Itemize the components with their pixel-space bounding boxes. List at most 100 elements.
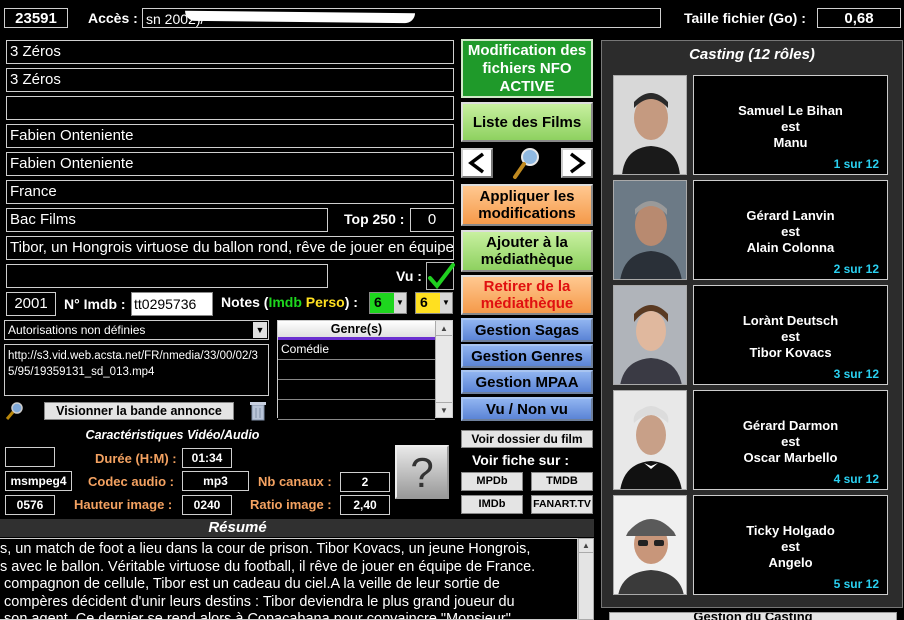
actor-est: est [781,434,800,449]
summary-line: s avec le ballon. Véritable virtuose du … [0,558,536,575]
genres-scrollbar[interactable]: ▲ ▼ [435,321,452,417]
actor-role: Oscar Marbello [743,450,838,465]
scroll-up-icon[interactable]: ▲ [579,539,593,553]
chevron-left-icon [468,152,485,174]
duration-label: Durée (H:M) : [95,451,177,466]
actor-count: 3 sur 12 [833,367,879,381]
video-codec-value[interactable]: msmpeg4 [5,471,72,491]
manage-casting-label: Gestion du Casting [693,612,813,620]
distributor-field[interactable]: Bac Films [6,208,328,232]
imdb-note-select[interactable]: 6 ▼ [369,292,407,314]
summary-line: son agent. Ce dernier se rend alors à Co… [0,611,511,620]
genre-item[interactable] [278,360,435,380]
alt-title-field[interactable] [6,96,454,120]
search-icon[interactable] [511,146,543,180]
audio-codec-label: Codec audio : [88,474,174,489]
apply-changes-button[interactable]: Appliquer les modifications [461,184,593,226]
seen-toggle-button[interactable]: Vu / Non vu [461,397,593,421]
extra-field[interactable] [6,264,328,288]
trailer-url-box[interactable]: http://s3.vid.web.acsta.net/FR/nmedia/33… [4,344,269,396]
actor-name: Gérard Lanvin [746,208,835,223]
checkmark-icon [428,263,455,290]
actor-photo [613,285,687,385]
year-field[interactable]: 2001 [6,292,56,316]
scroll-up-icon[interactable]: ▲ [436,321,452,336]
seen-checkbox[interactable] [426,262,455,290]
actor-role: Tibor Kovacs [749,345,832,360]
actor-est: est [781,329,800,344]
actor-est: est [781,119,800,134]
genres-header: Genre(s) [278,321,435,340]
duration-value[interactable]: 01:34 [182,448,232,468]
genre-item[interactable] [278,400,435,420]
cast-card[interactable]: Gérard Darmon est Oscar Marbello 4 sur 1… [613,390,888,490]
actor-info: Gérard Darmon est Oscar Marbello 4 sur 1… [693,390,888,490]
audio-codec-value[interactable]: mp3 [182,471,249,491]
manage-casting-button[interactable]: Gestion du Casting [609,612,897,620]
previous-button[interactable] [461,148,493,178]
ratio-label: Ratio image : [250,497,332,512]
trash-icon[interactable] [249,400,267,422]
cast-card[interactable]: Gérard Lanvin est Alain Colonna 2 sur 12 [613,180,888,280]
actor-count: 4 sur 12 [833,472,879,486]
country-field[interactable]: France [6,180,454,204]
nfo-modification-status[interactable]: Modification des fichiers NFO ACTIVE [461,39,593,98]
summary-line: compères décident d'unir leurs destins :… [0,593,515,610]
writer-field[interactable]: Fabien Onteniente [6,152,454,176]
film-list-button[interactable]: Liste des Films [461,102,593,142]
notes-label-start: Notes ( [221,294,269,310]
casting-title: Casting (12 rôles) [689,46,815,63]
imdb-button[interactable]: IMDb [461,495,523,514]
original-title-field[interactable]: 3 Zéros [6,68,454,92]
actor-name: Samuel Le Bihan [738,103,843,118]
manage-sagas-button[interactable]: Gestion Sagas [461,318,593,342]
next-button[interactable] [561,148,593,178]
actor-role: Alain Colonna [746,240,835,255]
channels-value[interactable]: 2 [340,472,390,492]
open-folder-button[interactable]: Voir dossier du film [461,430,593,448]
actor-info: Gérard Lanvin est Alain Colonna 2 sur 12 [693,180,888,280]
scroll-down-icon[interactable]: ▼ [436,402,452,417]
top250-label: Top 250 : [344,211,405,227]
search-trailer-icon[interactable] [5,401,25,421]
add-to-library-button[interactable]: Ajouter à la médiathèque [461,230,593,272]
height-value[interactable]: 0240 [182,495,232,515]
manage-genres-button[interactable]: Gestion Genres [461,344,593,368]
summary-text-box[interactable]: s, un match de foot a lieu dans la cour … [0,538,578,620]
genre-item[interactable] [278,380,435,400]
summary-line: compagnon de cellule, Tibor est un cadea… [0,576,500,592]
genres-list[interactable]: Genre(s) Comédie ▲ ▼ [277,320,453,420]
help-button[interactable]: ? [395,445,449,499]
actor-name: Ticky Holgado [746,523,835,538]
director-field[interactable]: Fabien Onteniente [6,124,454,148]
cast-card[interactable]: Ticky Holgado est Angelo 5 sur 12 [613,495,888,595]
tmdb-button[interactable]: TMDB [531,472,593,491]
cast-card[interactable]: Lorànt Deutsch est Tibor Kovacs 3 sur 12 [613,285,888,385]
filesize-label: Taille fichier (Go) : [684,10,806,26]
access-label: Accès : [88,10,138,26]
cast-card[interactable]: Samuel Le Bihan est Manu 1 sur 12 [613,75,888,175]
image-width-value[interactable]: 0576 [5,495,55,515]
authorization-select[interactable]: Autorisations non définies ▼ [4,320,269,340]
question-icon: ? [410,448,434,496]
video-resolution-field[interactable] [5,447,55,467]
actor-photo [613,180,687,280]
mpdb-button[interactable]: MPDb [461,472,523,491]
summary-title: Résumé [208,519,267,536]
watch-trailer-button[interactable]: Visionner la bande annonce [44,402,234,420]
tagline-field[interactable]: Tibor, un Hongrois virtuose du ballon ro… [6,236,454,260]
summary-scrollbar[interactable]: ▲ [578,538,594,620]
manage-mpaa-button[interactable]: Gestion MPAA [461,370,593,394]
genre-item[interactable]: Comédie [278,340,435,360]
ratio-value[interactable]: 2,40 [340,495,390,515]
perso-note-select[interactable]: 6 ▼ [415,292,453,314]
fanart-button[interactable]: FANART.TV [531,495,593,514]
remove-from-library-button[interactable]: Retirer de la médiathèque [461,275,593,315]
dropdown-arrow-icon: ▼ [394,293,406,313]
imdb-number-field[interactable]: tt0295736 [131,292,213,316]
filesize-value: 0,68 [817,8,901,28]
title-field[interactable]: 3 Zéros [6,40,454,64]
actor-info: Lorànt Deutsch est Tibor Kovacs 3 sur 12 [693,285,888,385]
top250-field[interactable]: 0 [410,208,454,232]
notes-label: Notes (Imdb Perso) : [221,294,358,310]
